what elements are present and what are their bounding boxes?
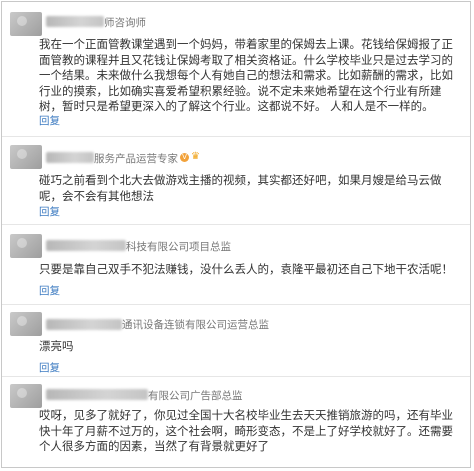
username-blurred[interactable]	[46, 389, 148, 400]
comment-text: 漂亮吗	[39, 339, 74, 353]
user-title: 服务产品运营专家	[94, 153, 178, 165]
reply-link[interactable]: 回复	[39, 113, 60, 128]
avatar[interactable]	[10, 12, 42, 36]
comment-list: 师咨询师 我在一个正面管教课堂遇到一个妈妈，带着家里的保姆去上课。花钱给保姆报了…	[1, 1, 471, 468]
comment-item: 通讯设备连锁有限公司运营总监 漂亮吗 回复	[2, 304, 470, 374]
crown-icon: ♛	[191, 151, 200, 162]
reply-link[interactable]: 回复	[39, 204, 60, 219]
comment-text: 碰巧之前看到个北大去做游戏主播的视频，其实都还好吧，如果月嫂是给马云做呢，会不会…	[39, 173, 442, 203]
user-title: 通讯设备连锁有限公司运营总监	[122, 319, 269, 331]
vip-badge-icon: V	[180, 153, 189, 162]
username-blurred[interactable]	[46, 16, 104, 27]
comment-item: 师咨询师 我在一个正面管教课堂遇到一个妈妈，带着家里的保姆去上课。花钱给保姆报了…	[2, 2, 470, 130]
username-blurred[interactable]	[46, 152, 94, 163]
comment-text: 只要是靠自己双手不犯法赚钱，没什么丢人的，袁隆平最初还自己下地干农活呢！	[39, 262, 453, 276]
comment-item: 有限公司广告部总监 哎呀，见多了就好了，你见过全国十大名校毕业生去天天推销旅游的…	[2, 376, 470, 469]
avatar[interactable]	[10, 234, 42, 258]
user-title: 师咨询师	[104, 17, 146, 29]
reply-link[interactable]: 回复	[39, 360, 60, 375]
avatar[interactable]	[10, 145, 42, 169]
avatar[interactable]	[10, 384, 42, 408]
comment-item: 服务产品运营专家 V ♛ 碰巧之前看到个北大去做游戏主播的视频，其实都还好吧，如…	[2, 136, 470, 218]
comment-text: 我在一个正面管教课堂遇到一个妈妈，带着家里的保姆去上课。花钱给保姆报了正面管教的…	[39, 37, 453, 113]
comment-text: 哎呀，见多了就好了，你见过全国十大名校毕业生去天天推销旅游的吗，还有毕业快十年了…	[39, 408, 453, 453]
username-blurred[interactable]	[46, 319, 122, 330]
user-title: 有限公司广告部总监	[148, 390, 243, 402]
reply-link[interactable]: 回复	[39, 283, 60, 298]
username-blurred[interactable]	[46, 240, 126, 251]
avatar[interactable]	[10, 312, 42, 336]
user-title: 科技有限公司项目总监	[126, 241, 231, 253]
comment-item: 科技有限公司项目总监 只要是靠自己双手不犯法赚钱，没什么丢人的，袁隆平最初还自己…	[2, 224, 470, 298]
